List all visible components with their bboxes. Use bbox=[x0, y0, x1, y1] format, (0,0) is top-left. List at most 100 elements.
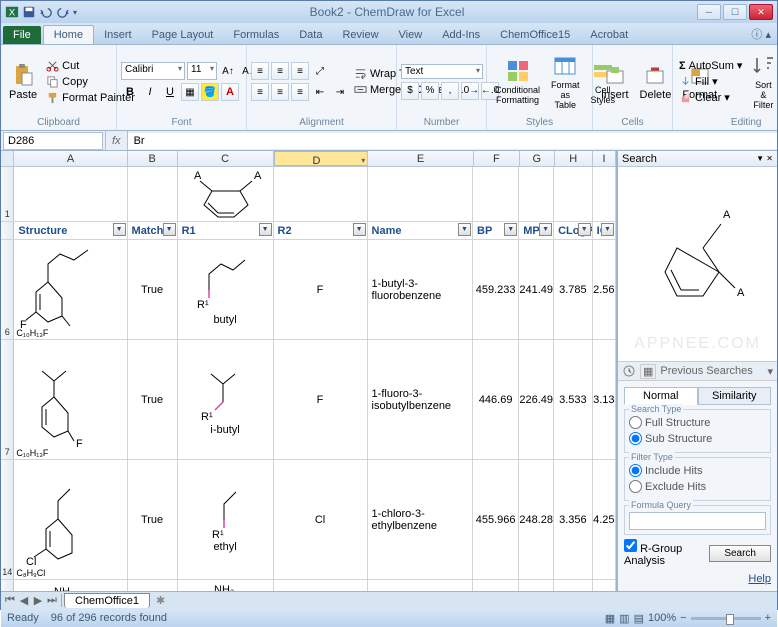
col-header[interactable]: I bbox=[593, 151, 616, 166]
align-left-icon[interactable]: ≡ bbox=[251, 83, 269, 101]
pane-dropdown-icon[interactable]: ▼ ✕ bbox=[756, 154, 773, 163]
format-table-button[interactable]: Format as Table bbox=[547, 47, 584, 116]
zoom-slider[interactable] bbox=[691, 617, 761, 620]
cond-format-button[interactable]: Conditional Formatting bbox=[491, 47, 544, 116]
filter-dropdown-icon[interactable]: ▼ bbox=[578, 223, 591, 236]
autosum-button[interactable]: Σ AutoSum ▾ bbox=[677, 58, 744, 73]
tab-data[interactable]: Data bbox=[289, 26, 332, 44]
sheet-tab[interactable]: ChemOffice1 bbox=[64, 593, 150, 608]
border-button[interactable]: ▦ bbox=[181, 83, 199, 101]
checkbox-rgroup-analysis[interactable]: R-Group Analysis bbox=[624, 539, 703, 567]
maximize-button[interactable]: ☐ bbox=[723, 4, 747, 20]
filter-dropdown-icon[interactable]: ▼ bbox=[539, 223, 552, 236]
previous-searches-bar[interactable]: ▦ Previous Searches▾ bbox=[618, 361, 777, 381]
formula-query-input[interactable] bbox=[629, 512, 766, 530]
minimize-button[interactable]: ─ bbox=[697, 4, 721, 20]
col-header[interactable]: H bbox=[555, 151, 593, 166]
zoom-level[interactable]: 100% bbox=[648, 612, 676, 624]
row-header[interactable]: 14 bbox=[1, 460, 14, 579]
col-header[interactable]: A bbox=[14, 151, 127, 166]
orientation-icon[interactable]: ⤢ bbox=[311, 62, 329, 80]
view-layout-icon[interactable]: ▥ bbox=[619, 612, 629, 625]
fill-button[interactable]: Fill ▾ bbox=[677, 74, 744, 89]
font-name-select[interactable]: Calibri bbox=[121, 62, 185, 80]
select-all-corner[interactable] bbox=[1, 151, 14, 166]
ribbon-help-icon[interactable]: ⓘ ▴ bbox=[745, 24, 777, 44]
col-header[interactable]: B bbox=[128, 151, 178, 166]
align-mid-icon[interactable]: ≡ bbox=[271, 62, 289, 80]
tab-chemoffice[interactable]: ChemOffice15 bbox=[490, 26, 580, 44]
fill-color-button[interactable]: 🪣 bbox=[201, 83, 219, 101]
search-button[interactable]: Search bbox=[709, 545, 771, 562]
col-header[interactable]: D bbox=[274, 151, 369, 166]
name-box[interactable]: D286 bbox=[3, 132, 103, 150]
percent-icon[interactable]: % bbox=[421, 82, 439, 100]
tab-acrobat[interactable]: Acrobat bbox=[580, 26, 638, 44]
insert-cells-button[interactable]: Insert bbox=[597, 47, 633, 116]
radio-full-structure[interactable]: Full Structure bbox=[629, 416, 710, 429]
indent-dec-icon[interactable]: ⇤ bbox=[311, 83, 329, 101]
tab-home[interactable]: Home bbox=[43, 25, 94, 44]
align-center-icon[interactable]: ≡ bbox=[271, 83, 289, 101]
help-link[interactable]: Help bbox=[748, 573, 771, 585]
filter-dropdown-icon[interactable]: ▼ bbox=[458, 223, 471, 236]
tab-file[interactable]: File bbox=[3, 26, 41, 44]
clear-button[interactable]: Clear ▾ bbox=[677, 90, 744, 105]
font-color-button[interactable]: A bbox=[221, 83, 239, 101]
row-header[interactable] bbox=[1, 222, 14, 239]
formula-input[interactable]: Br bbox=[128, 133, 777, 149]
filter-dropdown-icon[interactable]: ▼ bbox=[259, 223, 272, 236]
radio-sub-structure[interactable]: Sub Structure bbox=[629, 432, 712, 445]
save-icon[interactable] bbox=[22, 5, 36, 19]
col-header[interactable]: G bbox=[520, 151, 555, 166]
row-header[interactable]: 6 bbox=[1, 240, 14, 339]
currency-icon[interactable]: $ bbox=[401, 82, 419, 100]
align-right-icon[interactable]: ≡ bbox=[291, 83, 309, 101]
tab-normal[interactable]: Normal bbox=[624, 387, 698, 405]
inc-decimal-icon[interactable]: .0→ bbox=[461, 82, 479, 100]
undo-icon[interactable] bbox=[39, 5, 53, 19]
tab-similarity[interactable]: Similarity bbox=[698, 387, 772, 405]
prev-sheet-icon[interactable]: ◀ bbox=[17, 594, 31, 607]
font-size-select[interactable]: 11 bbox=[187, 62, 217, 80]
row-header[interactable]: 7 bbox=[1, 340, 14, 459]
tab-view[interactable]: View bbox=[389, 26, 433, 44]
new-sheet-icon[interactable]: ✱ bbox=[150, 594, 171, 607]
col-header[interactable]: E bbox=[368, 151, 474, 166]
zoom-out-icon[interactable]: − bbox=[680, 612, 686, 624]
comma-icon[interactable]: , bbox=[441, 82, 459, 100]
worksheet[interactable]: A B C D E F G H I 1 AA Structure▼ Match▼… bbox=[1, 151, 617, 591]
indent-inc-icon[interactable]: ⇥ bbox=[331, 83, 349, 101]
filter-dropdown-icon[interactable]: ▼ bbox=[504, 223, 517, 236]
align-top-icon[interactable]: ≡ bbox=[251, 62, 269, 80]
radio-include-hits[interactable]: Include Hits bbox=[629, 464, 702, 477]
row-header[interactable]: 1 bbox=[1, 167, 14, 221]
tab-add-ins[interactable]: Add-Ins bbox=[432, 26, 490, 44]
col-header[interactable]: C bbox=[178, 151, 274, 166]
align-bot-icon[interactable]: ≡ bbox=[291, 62, 309, 80]
delete-cells-button[interactable]: Delete bbox=[636, 47, 676, 116]
tab-formulas[interactable]: Formulas bbox=[223, 26, 289, 44]
close-button[interactable]: ✕ bbox=[749, 4, 773, 20]
filter-dropdown-icon[interactable]: ▼ bbox=[601, 223, 614, 236]
fx-icon[interactable]: fx bbox=[105, 131, 128, 150]
number-format-select[interactable]: Text bbox=[401, 64, 483, 79]
sort-filter-button[interactable]: Sort & Filter bbox=[747, 47, 778, 116]
filter-dropdown-icon[interactable]: ▼ bbox=[353, 223, 366, 236]
view-break-icon[interactable]: ▤ bbox=[634, 612, 644, 625]
redo-icon[interactable] bbox=[56, 5, 70, 19]
col-header[interactable]: F bbox=[474, 151, 520, 166]
filter-dropdown-icon[interactable]: ▼ bbox=[113, 223, 126, 236]
radio-exclude-hits[interactable]: Exclude Hits bbox=[629, 480, 706, 493]
tab-insert[interactable]: Insert bbox=[94, 26, 142, 44]
filter-dropdown-icon[interactable]: ▼ bbox=[163, 223, 176, 236]
italic-button[interactable]: I bbox=[141, 83, 159, 101]
view-normal-icon[interactable]: ▦ bbox=[605, 612, 615, 625]
grow-font-icon[interactable]: A↑ bbox=[219, 62, 237, 80]
first-sheet-icon[interactable]: ⏮ bbox=[3, 594, 17, 607]
next-sheet-icon[interactable]: ▶ bbox=[31, 594, 45, 607]
underline-button[interactable]: U bbox=[161, 83, 179, 101]
last-sheet-icon[interactable]: ⏭ bbox=[45, 594, 59, 607]
paste-button[interactable]: Paste bbox=[5, 47, 41, 116]
tab-review[interactable]: Review bbox=[332, 26, 388, 44]
